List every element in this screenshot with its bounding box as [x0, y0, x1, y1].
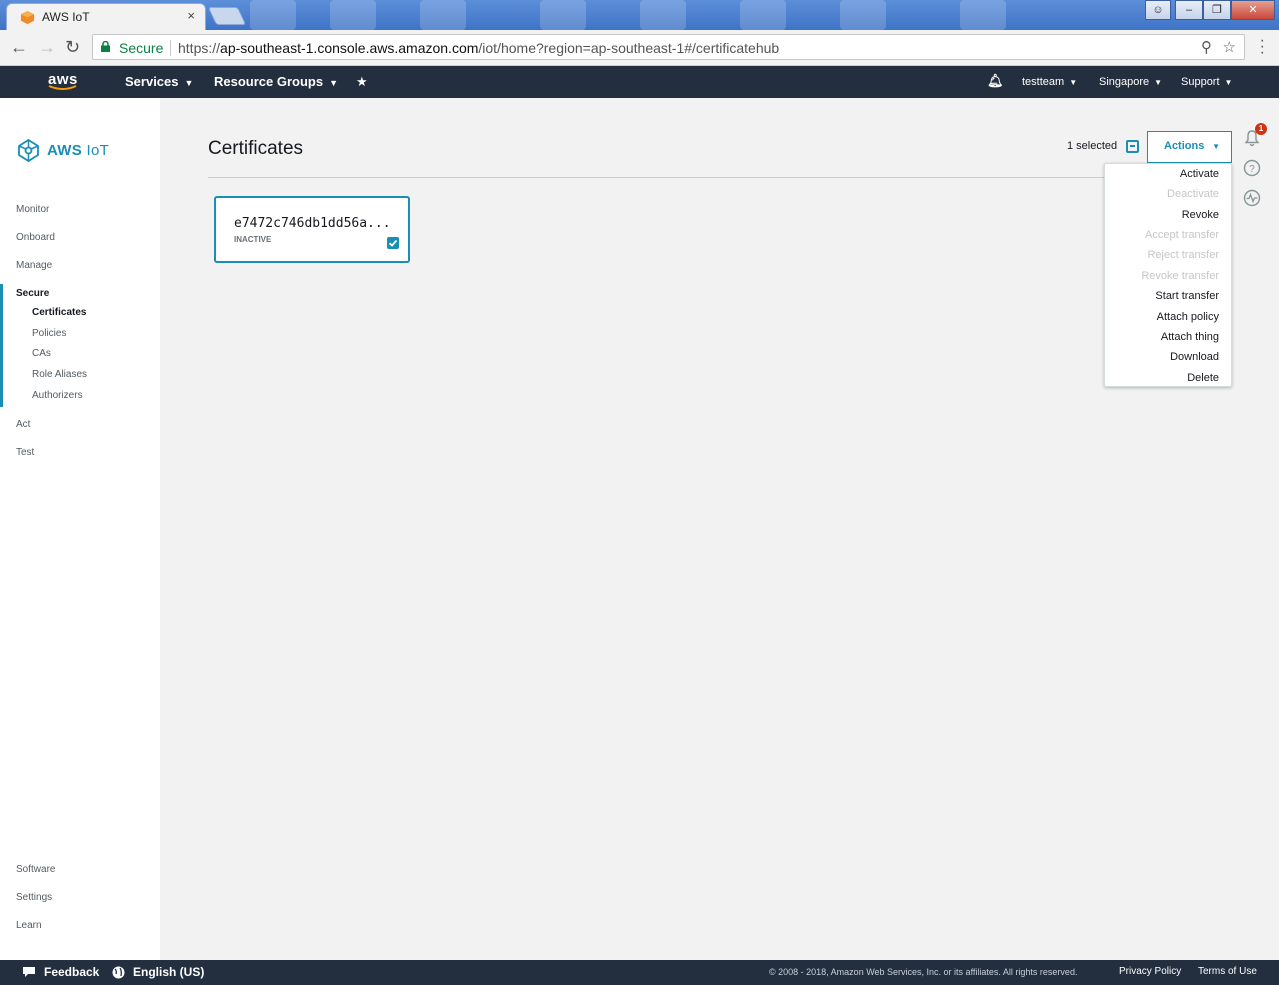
selection-count: 1 selected — [1067, 140, 1118, 152]
titlebar-decoration — [640, 0, 686, 30]
browser-titlebar: AWS IoT × ☺ – ❐ ✕ — [0, 0, 1279, 30]
notification-badge: 1 — [1255, 123, 1267, 135]
zoom-icon[interactable]: ⚲ — [1201, 38, 1212, 56]
sidebar-subitem-role-aliases[interactable]: Role Aliases — [32, 369, 87, 380]
titlebar-decoration — [960, 0, 1006, 30]
region-menu[interactable]: Singapore ▼ — [1099, 76, 1162, 88]
browser-toolbar: ← → ↻ Secure https://ap-southeast-1.cons… — [0, 30, 1279, 66]
sidebar-item-test[interactable]: Test — [16, 447, 34, 458]
reload-icon[interactable]: ↻ — [65, 37, 80, 58]
back-arrow-icon[interactable]: ← — [10, 37, 28, 58]
actions-dropdown-menu: Activate Deactivate Revoke Accept transf… — [1104, 163, 1232, 387]
active-section-indicator — [0, 284, 3, 407]
new-tab-button[interactable] — [207, 7, 247, 25]
titlebar-decoration — [540, 0, 586, 30]
help-icon[interactable]: ? — [1243, 159, 1261, 177]
sidebar-item-settings[interactable]: Settings — [16, 892, 52, 903]
actions-button[interactable]: Actions ▼ — [1147, 131, 1232, 163]
maximize-button[interactable]: ❐ — [1203, 0, 1231, 20]
browser-menu-icon[interactable]: · · · — [1260, 33, 1265, 61]
sidebar-subitem-cas[interactable]: CAs — [32, 348, 51, 359]
certificate-id[interactable]: e7472c746db1dd56a... — [234, 216, 391, 231]
menu-item-start-transfer[interactable]: Start transfer — [1155, 290, 1219, 302]
brand-name: AWS IoT — [47, 142, 110, 159]
notification-bell-icon[interactable]: 🔔︎ — [987, 73, 1004, 89]
titlebar-decoration — [840, 0, 886, 30]
aws-logo[interactable]: aws — [48, 71, 78, 91]
speech-bubble-icon — [23, 967, 35, 977]
sidebar-item-manage[interactable]: Manage — [16, 260, 52, 271]
titlebar-decoration — [250, 0, 296, 30]
console-footer: Feedback English (US) © 2008 - 2018, Ama… — [0, 960, 1279, 985]
tab-close-icon[interactable]: × — [187, 8, 195, 23]
window-close-button[interactable]: ✕ — [1231, 0, 1275, 20]
certificate-status: INACTIVE — [234, 235, 272, 244]
chevron-down-icon: ▼ — [184, 78, 194, 88]
sidebar-item-software[interactable]: Software — [16, 864, 55, 875]
menu-item-attach-thing[interactable]: Attach thing — [1161, 331, 1219, 343]
copyright-text: © 2008 - 2018, Amazon Web Services, Inc.… — [769, 967, 1078, 977]
pin-icon[interactable]: ★ — [356, 74, 368, 90]
titlebar-decoration — [420, 0, 466, 30]
resource-groups-menu[interactable]: Resource Groups ▼ — [214, 74, 338, 89]
menu-item-deactivate: Deactivate — [1167, 188, 1219, 200]
sidebar-item-onboard[interactable]: Onboard — [16, 232, 55, 243]
address-bar[interactable]: Secure https://ap-southeast-1.console.aw… — [92, 34, 1245, 60]
aws-cube-icon — [20, 10, 35, 25]
sidebar-subitem-policies[interactable]: Policies — [32, 328, 66, 339]
sidebar-item-monitor[interactable]: Monitor — [16, 204, 49, 215]
privacy-policy-link[interactable]: Privacy Policy — [1119, 966, 1181, 977]
chevron-down-icon: ▼ — [1212, 142, 1220, 151]
sidebar-subitem-certificates[interactable]: Certificates — [32, 307, 86, 318]
sidebar-item-act[interactable]: Act — [16, 419, 30, 430]
activity-icon[interactable] — [1243, 189, 1261, 207]
titlebar-decoration — [330, 0, 376, 30]
lock-icon — [101, 41, 110, 52]
sidebar: AWS IoT Monitor Onboard Manage Secure Ce… — [0, 98, 160, 960]
window-controls: ☺ – ❐ ✕ — [1145, 0, 1275, 20]
tab-title: AWS IoT — [42, 10, 90, 24]
certificate-checkbox[interactable] — [387, 237, 399, 249]
menu-item-revoke-transfer: Revoke transfer — [1141, 270, 1219, 282]
sidebar-subitem-authorizers[interactable]: Authorizers — [32, 390, 83, 401]
menu-item-revoke[interactable]: Revoke — [1182, 209, 1219, 221]
header-divider — [208, 177, 1231, 178]
support-menu[interactable]: Support ▼ — [1181, 76, 1232, 88]
titlebar-decoration — [740, 0, 786, 30]
profile-icon[interactable]: ☺ — [1145, 0, 1171, 20]
url-text: https://ap-southeast-1.console.aws.amazo… — [178, 40, 780, 56]
menu-item-activate[interactable]: Activate — [1180, 168, 1219, 180]
minimize-button[interactable]: – — [1175, 0, 1203, 20]
menu-item-delete[interactable]: Delete — [1187, 372, 1219, 384]
secure-label: Secure — [119, 40, 164, 56]
omnibox-divider — [170, 40, 171, 56]
browser-tab[interactable]: AWS IoT × — [6, 3, 206, 30]
menu-item-attach-policy[interactable]: Attach policy — [1157, 311, 1219, 323]
page-title: Certificates — [208, 138, 304, 159]
services-menu[interactable]: Services ▼ — [125, 74, 193, 89]
svg-text:?: ? — [1249, 164, 1255, 175]
menu-item-reject-transfer: Reject transfer — [1147, 249, 1219, 261]
aws-console-nav: aws Services ▼ Resource Groups ▼ ★ 🔔︎ test… — [0, 66, 1279, 98]
deselect-all-checkbox[interactable] — [1126, 140, 1139, 153]
aws-iot-icon — [18, 138, 39, 163]
forward-arrow-icon[interactable]: → — [38, 37, 56, 58]
account-menu[interactable]: testteam ▼ — [1022, 76, 1077, 88]
bookmark-star-icon[interactable]: ☆ — [1223, 38, 1236, 56]
aws-iot-brand[interactable]: AWS IoT — [16, 138, 109, 163]
terms-of-use-link[interactable]: Terms of Use — [1198, 966, 1257, 977]
checkmark-icon — [388, 239, 398, 247]
menu-item-download[interactable]: Download — [1170, 351, 1219, 363]
sidebar-item-secure[interactable]: Secure — [16, 288, 49, 299]
menu-item-accept-transfer: Accept transfer — [1145, 229, 1219, 241]
feedback-link[interactable]: Feedback — [22, 965, 99, 979]
language-selector[interactable]: English (US) — [112, 965, 204, 979]
sidebar-item-learn[interactable]: Learn — [16, 920, 42, 931]
actions-button-label: Actions — [1164, 140, 1205, 152]
certificate-card[interactable]: e7472c746db1dd56a... INACTIVE — [214, 196, 410, 263]
globe-icon — [112, 966, 125, 978]
chevron-down-icon: ▼ — [329, 78, 339, 88]
